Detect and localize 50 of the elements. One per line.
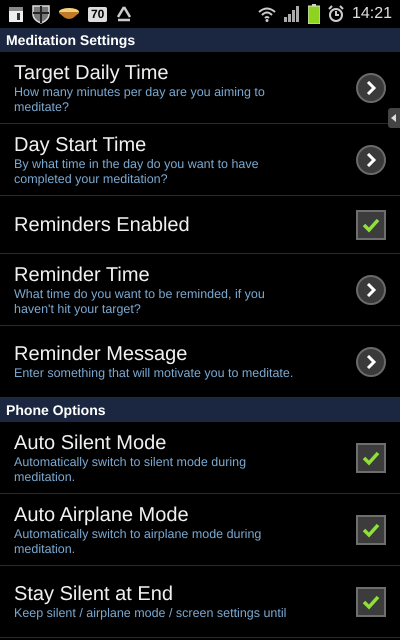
setting-summary: Automatically switch to silent mode during meditation. <box>14 454 248 484</box>
wifi-icon <box>258 6 276 22</box>
checkbox[interactable] <box>356 442 386 472</box>
bowl-icon <box>58 6 80 22</box>
caret-left-icon <box>391 114 397 122</box>
settings-row[interactable]: Reminders Enabled <box>0 196 400 254</box>
chevron-button[interactable] <box>356 144 386 174</box>
chevron-right-icon <box>365 152 377 166</box>
setting-title: Stay Silent at End <box>14 582 174 606</box>
chevron-button[interactable] <box>356 72 386 102</box>
settings-row[interactable]: Stay Silent at End Keep silent / airplane mode / screen settings until <box>0 566 400 638</box>
settings-row[interactable]: Day Start Time By what time in the day do you want to have completed your meditation? <box>0 124 400 196</box>
checkmark-icon <box>362 450 380 466</box>
checkbox[interactable] <box>356 586 386 616</box>
setting-title: Target Daily Time <box>14 60 170 84</box>
shield-icon <box>32 4 50 24</box>
checkbox[interactable] <box>356 210 386 240</box>
signal-icon <box>284 6 300 22</box>
setting-summary: Automatically switch to airplane mode during meditation. <box>14 526 262 556</box>
settings-row[interactable]: Auto Airplane Mode Automatically switch to airplane mode during meditation. <box>0 494 400 566</box>
alarm-clock-icon <box>328 5 344 23</box>
checkmark-icon <box>362 522 380 538</box>
setting-title: Auto Silent Mode <box>14 430 168 454</box>
calendar-icon <box>8 5 24 23</box>
chevron-right-icon <box>365 282 377 296</box>
notification-badge: 70 <box>88 6 108 22</box>
setting-title: Reminder Time <box>14 262 151 286</box>
section-header: Phone Options <box>0 398 400 422</box>
setting-summary: What time do you want to be reminded, if you haven't hit your target? <box>14 286 266 316</box>
settings-row[interactable]: Reminder Time What time do you want to be reminded, if you haven't hit your target? <box>0 254 400 326</box>
chevron-right-icon <box>365 80 377 94</box>
battery-icon <box>308 4 320 24</box>
checkbox[interactable] <box>356 514 386 544</box>
setting-summary: How many minutes per day are you aiming to meditate? <box>14 84 266 114</box>
setting-summary: Enter something that will motivate you to meditate. <box>14 366 294 381</box>
setting-summary: Keep silent / airplane mode / screen settings until <box>14 606 288 621</box>
checkmark-icon <box>362 216 380 232</box>
setting-title: Day Start Time <box>14 132 148 156</box>
chevron-right-icon <box>365 354 377 368</box>
setting-title: Reminder Message <box>14 342 188 366</box>
section-header: Meditation Settings <box>0 28 400 52</box>
side-handle[interactable] <box>388 108 400 128</box>
setting-title: Reminders Enabled <box>14 212 191 236</box>
chevron-button[interactable] <box>356 274 386 304</box>
settings-row[interactable]: Auto Silent Mode Automatically switch to silent mode during meditation. <box>0 422 400 494</box>
setting-title: Auto Airplane Mode <box>14 502 190 526</box>
chevron-button[interactable] <box>356 346 386 376</box>
checkmark-icon <box>362 594 380 610</box>
setting-summary: By what time in the day do you want to have completed your meditation? <box>14 156 260 186</box>
clock-time: 14:21 <box>352 4 392 24</box>
